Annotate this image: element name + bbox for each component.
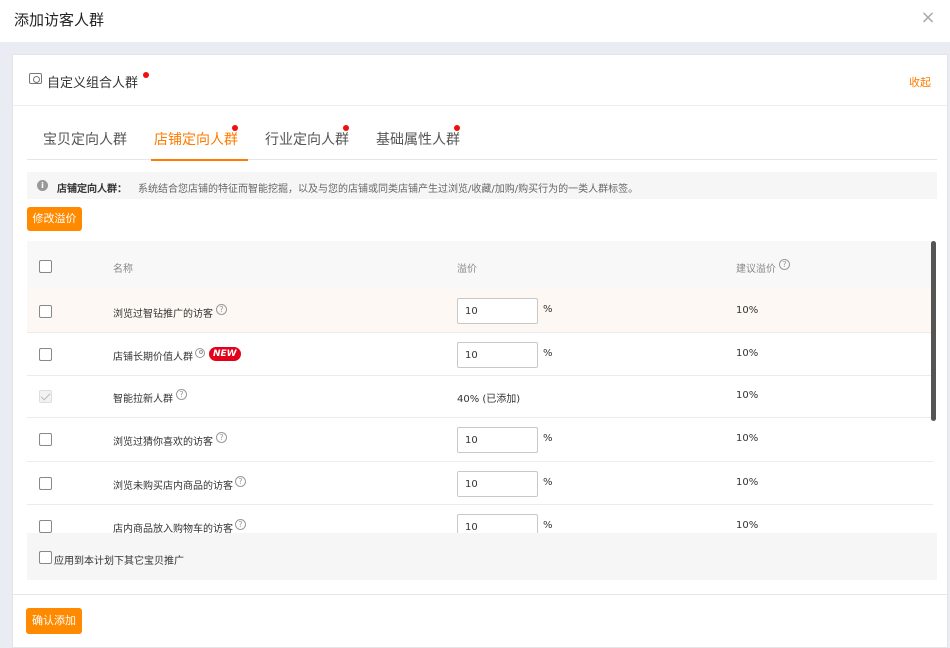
row-name: 店内商品放入购物车的访客 [113, 524, 233, 533]
premium-unit: % [543, 433, 553, 444]
close-icon[interactable]: × [918, 8, 938, 28]
tab-shop-audience[interactable]: 店铺定向人群 [154, 129, 238, 149]
active-tab-underline [151, 159, 248, 161]
audience-icon [29, 73, 42, 84]
apply-to-others-checkbox[interactable] [39, 551, 52, 564]
premium-input[interactable] [457, 342, 538, 368]
panel-header: 自定义组合人群 收起 [13, 55, 947, 106]
row-checkbox[interactable] [39, 433, 52, 446]
row-name: 智能拉新人群 [113, 394, 173, 405]
table-row: 浏览过猜你喜欢的访客 ? % 10% [27, 418, 933, 462]
tab-basic-attribute-audience[interactable]: 基础属性人群 [376, 129, 460, 149]
suggested-premium: 10% [736, 390, 759, 401]
tip-bar: i 店铺定向人群： 系统结合您店铺的特征而智能挖掘，以及与您的店铺或同类店铺产生… [27, 172, 937, 199]
premium-unit: % [543, 348, 553, 359]
header-name: 名称 [113, 264, 133, 275]
row-name: 浏览过猜你喜欢的访客 [113, 437, 213, 448]
row-name: 店铺长期价值人群 [113, 352, 193, 363]
tab-shop-dot [232, 125, 238, 131]
user-icon [195, 348, 205, 358]
table-row: 浏览未购买店内商品的访客 ? % 10% [27, 462, 933, 505]
tip-text: 系统结合您店铺的特征而智能挖掘，以及与您的店铺或同类店铺产生过浏览/收藏/加购/… [138, 184, 639, 195]
new-badge: NEW [209, 347, 241, 361]
question-icon[interactable]: ? [176, 389, 187, 400]
tab-item-audience[interactable]: 宝贝定向人群 [43, 129, 127, 149]
table-header: 名称 溢价 建议溢价 ? [27, 241, 933, 289]
modify-premium-button[interactable]: 修改溢价 [27, 207, 82, 231]
added-status: 40% (已添加) [457, 394, 521, 405]
suggested-premium: 10% [736, 477, 759, 488]
suggested-premium: 10% [736, 433, 759, 444]
row-name: 浏览过智钻推广的访客 [113, 309, 213, 320]
panel-title: 自定义组合人群 [47, 76, 139, 91]
table-scrollbar[interactable] [931, 241, 936, 421]
confirm-add-button[interactable]: 确认添加 [26, 608, 82, 634]
row-checkbox[interactable] [39, 348, 52, 361]
footer-divider [13, 594, 947, 595]
question-icon[interactable]: ? [235, 476, 246, 487]
dialog-title: 添加访客人群 [14, 11, 105, 29]
tip-title: 店铺定向人群： [57, 184, 127, 195]
premium-unit: % [543, 477, 553, 488]
premium-input[interactable] [457, 471, 538, 497]
premium-input[interactable] [457, 427, 538, 453]
question-icon[interactable]: ? [216, 432, 227, 443]
audience-table: 名称 溢价 建议溢价 ? 浏览过智钻推广的访客 ? % 10% 店铺长期价值人群… [27, 241, 937, 533]
apply-to-others-label: 应用到本计划下其它宝贝推广 [54, 556, 184, 567]
question-icon[interactable]: ? [216, 304, 227, 315]
premium-input[interactable] [457, 514, 538, 533]
tab-industry-audience[interactable]: 行业定向人群 [265, 129, 349, 149]
suggested-premium: 10% [736, 520, 759, 531]
table-row: 店内商品放入购物车的访客 ? % 10% [27, 505, 933, 533]
table-row: 智能拉新人群 ? 40% (已添加) 10% [27, 376, 933, 418]
header-suggested: 建议溢价 [736, 264, 776, 275]
row-name: 浏览未购买店内商品的访客 [113, 481, 233, 492]
row-checkbox[interactable] [39, 520, 52, 533]
premium-input[interactable] [457, 298, 538, 324]
panel-title-dot [143, 72, 149, 78]
row-checkbox-disabled [39, 390, 52, 403]
suggested-premium: 10% [736, 305, 759, 316]
question-icon[interactable]: ? [779, 259, 790, 270]
tab-industry-dot [343, 125, 349, 131]
select-all-checkbox[interactable] [39, 260, 52, 273]
header-premium: 溢价 [457, 264, 477, 275]
suggested-premium: 10% [736, 348, 759, 359]
question-icon[interactable]: ? [235, 519, 246, 530]
table-row: 浏览过智钻推广的访客 ? % 10% [27, 289, 933, 333]
custom-audience-panel: 自定义组合人群 收起 宝贝定向人群 店铺定向人群 行业定向人群 基础属性人群 i… [12, 54, 948, 648]
row-checkbox[interactable] [39, 477, 52, 490]
table-row: 店铺长期价值人群 NEW % 10% [27, 333, 933, 376]
apply-bar: 应用到本计划下其它宝贝推广 [27, 533, 937, 580]
info-icon: i [37, 180, 48, 191]
premium-unit: % [543, 520, 553, 531]
dialog-header: 添加访客人群 × [0, 0, 950, 42]
premium-unit: % [543, 304, 553, 315]
collapse-link[interactable]: 收起 [909, 74, 931, 90]
tab-basic-dot [454, 125, 460, 131]
row-checkbox[interactable] [39, 305, 52, 318]
audience-tabs: 宝贝定向人群 店铺定向人群 行业定向人群 基础属性人群 [27, 107, 937, 161]
